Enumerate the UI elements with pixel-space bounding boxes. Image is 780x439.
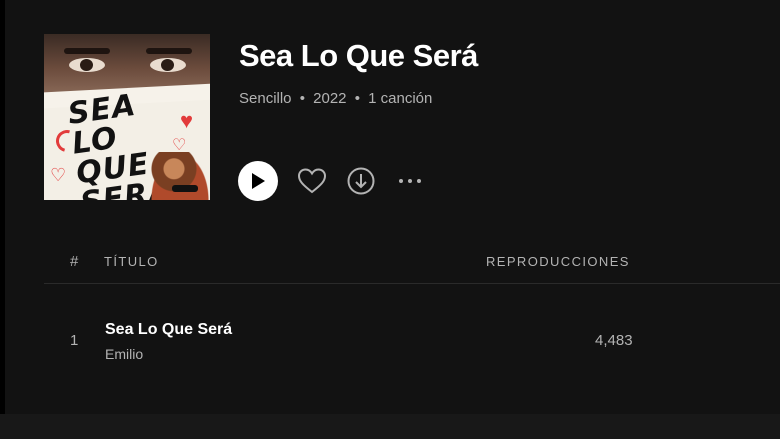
- column-header-number: #: [70, 253, 79, 270]
- track-title[interactable]: Sea Lo Que Será: [105, 321, 232, 339]
- track-play-count: 4,483: [595, 332, 633, 349]
- album-meta: Sencillo • 2022 • 1 canción: [239, 90, 432, 107]
- heart-outline-icon: [297, 168, 327, 194]
- cover-eye-right: [150, 58, 186, 72]
- album-cover[interactable]: ♥ ♡ ♡ SEA LO QUE SERÁ: [44, 34, 210, 200]
- album-year: 2022: [313, 90, 347, 107]
- cover-person-illustration: [150, 152, 210, 200]
- table-divider: [44, 283, 780, 284]
- sidebar-edge: [0, 0, 5, 439]
- album-track-count: 1 canción: [368, 90, 433, 107]
- like-button[interactable]: [296, 165, 328, 197]
- album-page: ♥ ♡ ♡ SEA LO QUE SERÁ Sea Lo Que Será Se…: [0, 0, 780, 439]
- bottom-panel: [0, 414, 780, 439]
- play-button[interactable]: [238, 161, 278, 201]
- meta-separator: •: [354, 90, 360, 107]
- more-options-button[interactable]: [394, 165, 426, 197]
- cover-sunglasses: [172, 185, 198, 192]
- meta-separator: •: [299, 90, 305, 107]
- cover-brow-left: [64, 48, 110, 54]
- column-header-plays[interactable]: REPRODUCCIONES: [486, 254, 630, 269]
- track-artist-link[interactable]: Emilio: [105, 346, 143, 362]
- heart-doodle-icon: ♡: [50, 165, 67, 185]
- more-horizontal-icon: [399, 179, 421, 183]
- download-button[interactable]: [345, 165, 377, 197]
- album-title: Sea Lo Que Será: [239, 38, 478, 73]
- track-row[interactable]: 1 Sea Lo Que Será Emilio 4,483: [44, 305, 780, 371]
- play-icon: [252, 173, 265, 189]
- download-circle-icon: [347, 167, 375, 195]
- album-type: Sencillo: [239, 90, 292, 107]
- column-header-title[interactable]: TÍTULO: [104, 254, 159, 269]
- cover-brow-right: [146, 48, 192, 54]
- track-number: 1: [70, 332, 79, 349]
- cover-eye-left: [69, 58, 105, 72]
- heart-doodle-icon: ♥: [180, 108, 194, 133]
